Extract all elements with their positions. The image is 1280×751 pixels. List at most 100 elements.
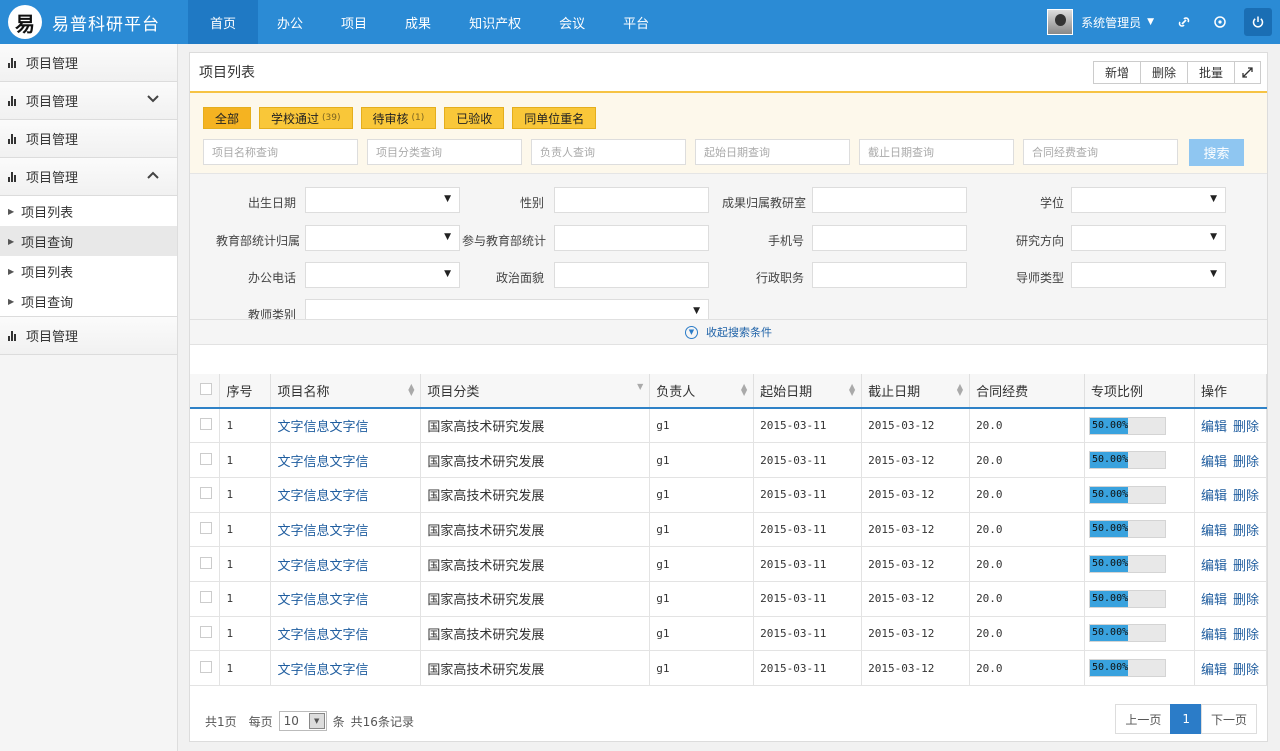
project-name-input[interactable] (203, 139, 358, 165)
tag-school-approved[interactable]: 学校通过 (39) (259, 107, 353, 129)
delete-link[interactable]: 删除 (1233, 489, 1259, 504)
edit-link[interactable]: 编辑 (1201, 420, 1227, 435)
contract-fund-input[interactable] (1023, 139, 1178, 165)
collapse-search-toggle[interactable]: ▼ 收起搜索条件 (190, 319, 1267, 344)
cell-project-name[interactable]: 文字信息文字信 (270, 650, 422, 686)
power-icon[interactable] (1244, 8, 1272, 36)
next-page-button[interactable]: 下一页 (1200, 704, 1257, 734)
end-date-input[interactable] (859, 139, 1014, 165)
chevron-up-icon[interactable] (147, 169, 159, 183)
research-direction-select[interactable]: ▼ (1071, 225, 1226, 251)
search-button[interactable]: 搜索 (1189, 139, 1244, 166)
delete-link[interactable]: 删除 (1233, 559, 1259, 574)
delete-link[interactable]: 删除 (1233, 455, 1259, 470)
row-checkbox[interactable] (200, 625, 212, 638)
delete-link[interactable]: 删除 (1233, 628, 1259, 643)
leader-input[interactable] (531, 139, 686, 165)
page-1-button[interactable]: 1 (1170, 704, 1202, 734)
sort-icon[interactable]: ▲ ▼ (957, 383, 963, 397)
delete-link[interactable]: 删除 (1233, 420, 1259, 435)
project-category-input[interactable] (367, 139, 522, 165)
settings-icon[interactable] (1202, 0, 1238, 44)
gender-field[interactable] (554, 187, 709, 213)
add-button[interactable]: 新增 (1092, 61, 1141, 84)
degree-select[interactable]: ▼ (1071, 187, 1226, 213)
user-name[interactable]: 系统管理员 (1081, 14, 1141, 31)
cell-project-name[interactable]: 文字信息文字信 (270, 581, 422, 617)
col-project-name[interactable]: 项目名称 ▲ ▼ (270, 374, 422, 409)
cell-project-name[interactable]: 文字信息文字信 (270, 477, 422, 513)
edit-link[interactable]: 编辑 (1201, 489, 1227, 504)
row-checkbox[interactable] (200, 487, 212, 500)
sidebar-group-2[interactable]: 项目管理 (0, 82, 177, 120)
edit-link[interactable]: 编辑 (1201, 455, 1227, 470)
col-category[interactable]: 项目分类 ▼ (420, 374, 651, 409)
edit-link[interactable]: 编辑 (1201, 559, 1227, 574)
political-status-field[interactable] (554, 262, 709, 288)
sidebar-item-project-list[interactable]: ▶ 项目列表 (0, 256, 177, 286)
avatar[interactable] (1047, 9, 1074, 35)
sidebar-group-4[interactable]: 项目管理 (0, 158, 177, 196)
sidebar-group-5[interactable]: 项目管理 (0, 317, 177, 355)
nav-achievement[interactable]: 成果 (386, 0, 450, 44)
sidebar-group-1[interactable]: 项目管理 (0, 44, 177, 82)
nav-project[interactable]: 项目 (322, 0, 386, 44)
cell-project-name[interactable]: 文字信息文字信 (270, 616, 422, 652)
sidebar-group-3[interactable]: 项目管理 (0, 120, 177, 158)
col-start-date[interactable]: 起始日期 ▲ ▼ (753, 374, 863, 409)
sidebar-item-project-query[interactable]: ▶ 项目查询 (0, 226, 177, 256)
nav-meeting[interactable]: 会议 (540, 0, 604, 44)
col-leader[interactable]: 负责人 ▲ ▼ (649, 374, 755, 409)
edit-link[interactable]: 编辑 (1201, 593, 1227, 608)
delete-link[interactable]: 删除 (1233, 663, 1259, 678)
sort-icon[interactable]: ▼ (637, 383, 643, 391)
select-all-checkbox[interactable] (200, 382, 212, 395)
row-checkbox[interactable] (200, 452, 212, 465)
row-checkbox[interactable] (200, 418, 212, 431)
supervisor-type-select[interactable]: ▼ (1071, 262, 1226, 288)
row-checkbox[interactable] (200, 591, 212, 604)
moe-attribution-select[interactable]: ▼ (305, 225, 460, 251)
nav-platform[interactable]: 平台 (604, 0, 668, 44)
dropdown-arrow-icon[interactable]: ▼ (308, 713, 325, 729)
expand-icon[interactable] (1234, 61, 1261, 84)
chevron-down-icon[interactable]: ▼ (1147, 17, 1154, 27)
sidebar-item-project-query[interactable]: ▶ 项目查询 (0, 286, 177, 316)
delete-link[interactable]: 删除 (1233, 593, 1259, 608)
edit-link[interactable]: 编辑 (1201, 524, 1227, 539)
sort-icon[interactable]: ▲ ▼ (849, 383, 855, 397)
link-icon[interactable] (1166, 0, 1202, 44)
delete-button[interactable]: 删除 (1139, 61, 1188, 84)
phone-field[interactable] (812, 225, 967, 251)
prev-page-button[interactable]: 上一页 (1115, 704, 1172, 734)
cell-project-name[interactable]: 文字信息文字信 (270, 512, 422, 548)
moe-participation-field[interactable] (554, 225, 709, 251)
chevron-down-icon[interactable] (147, 93, 159, 107)
row-checkbox[interactable] (200, 660, 212, 673)
edit-link[interactable]: 编辑 (1201, 663, 1227, 678)
nav-home[interactable]: 首页 (188, 0, 259, 44)
row-checkbox[interactable] (200, 521, 212, 534)
nav-ip[interactable]: 知识产权 (450, 0, 540, 44)
office-phone-select[interactable]: ▼ (305, 262, 460, 288)
tag-duplicate[interactable]: 同单位重名 (512, 107, 597, 129)
teaching-office-field[interactable] (812, 187, 967, 213)
edit-link[interactable]: 编辑 (1201, 628, 1227, 643)
cell-project-name[interactable]: 文字信息文字信 (270, 408, 422, 444)
tag-accepted[interactable]: 已验收 (444, 107, 505, 129)
tag-pending[interactable]: 待审核 (1) (360, 107, 437, 129)
birth-date-select[interactable]: ▼ (305, 187, 460, 213)
sidebar-item-project-list[interactable]: ▶ 项目列表 (0, 196, 177, 226)
per-page-select[interactable]: 10 ▼ (278, 711, 327, 731)
nav-office[interactable]: 办公 (258, 0, 322, 44)
row-checkbox[interactable] (200, 556, 212, 569)
tag-all[interactable]: 全部 (203, 107, 252, 129)
cell-project-name[interactable]: 文字信息文字信 (270, 442, 422, 478)
col-end-date[interactable]: 截止日期 ▲ ▼ (861, 374, 971, 409)
start-date-input[interactable] (695, 139, 850, 165)
admin-post-field[interactable] (812, 262, 967, 288)
delete-link[interactable]: 删除 (1233, 524, 1259, 539)
cell-project-name[interactable]: 文字信息文字信 (270, 546, 422, 582)
brand[interactable]: 易 易普科研平台 (0, 0, 188, 44)
sort-icon[interactable]: ▲ ▼ (408, 383, 414, 397)
